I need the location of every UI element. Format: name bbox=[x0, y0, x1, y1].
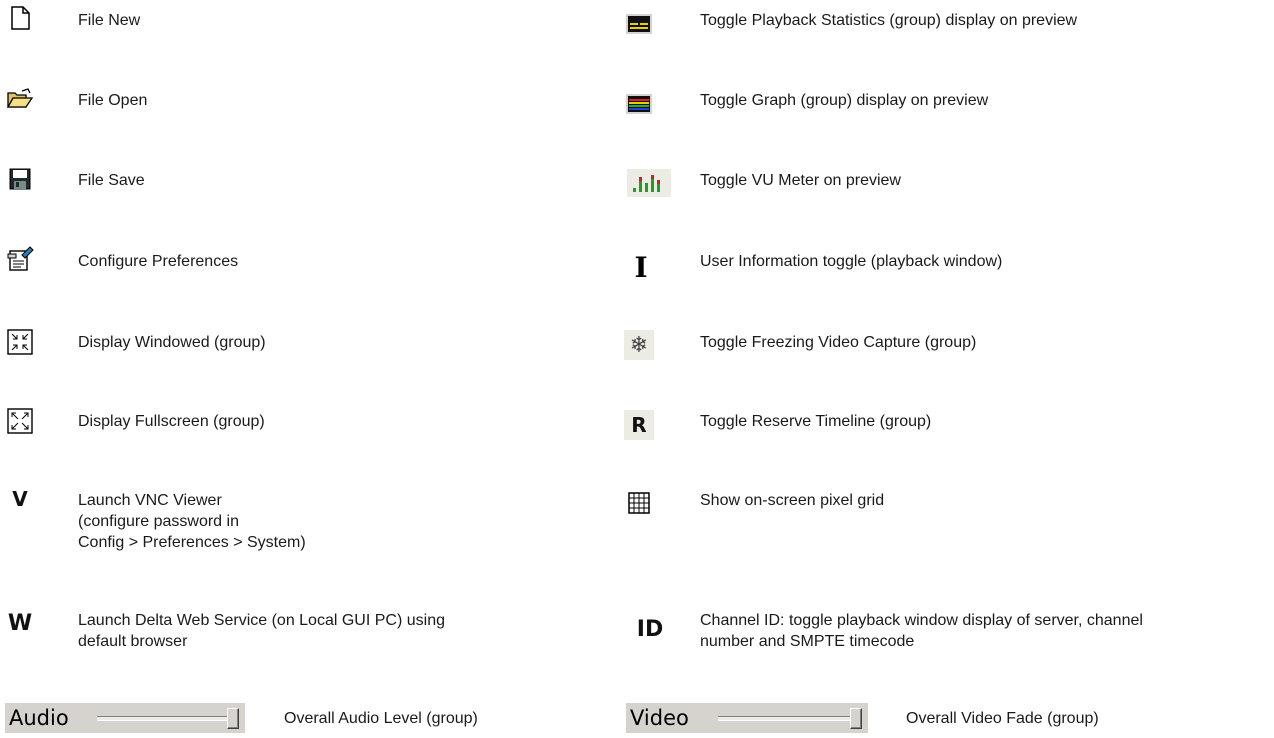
file-open-label: File Open bbox=[78, 92, 148, 109]
video-slider-thumb[interactable] bbox=[850, 708, 862, 729]
audio-level-slider[interactable]: Audio bbox=[5, 703, 245, 733]
file-new-label: File New bbox=[78, 12, 141, 29]
configure-preferences-label: Configure Preferences bbox=[78, 253, 239, 270]
configure-preferences-icon[interactable] bbox=[5, 244, 35, 274]
vnc-viewer-icon[interactable]: V bbox=[5, 484, 35, 514]
display-windowed-label: Display Windowed (group) bbox=[78, 334, 266, 351]
reserve-timeline-label: Toggle Reserve Timeline (group) bbox=[700, 413, 932, 430]
channel-id-icon[interactable]: ID bbox=[630, 614, 670, 644]
display-fullscreen-icon[interactable] bbox=[5, 406, 35, 436]
web-service-label: Launch Delta Web Service (on Local GUI P… bbox=[78, 612, 445, 650]
reserve-timeline-icon[interactable]: R bbox=[624, 410, 654, 440]
video-fade-label: Overall Video Fade (group) bbox=[906, 710, 1099, 727]
vnc-viewer-label: Launch VNC Viewer (configure password in… bbox=[78, 492, 306, 551]
graph-label: Toggle Graph (group) display on preview bbox=[700, 92, 989, 109]
pixel-grid-label: Show on-screen pixel grid bbox=[700, 492, 885, 509]
web-service-icon[interactable]: W bbox=[5, 608, 35, 638]
file-new-icon[interactable] bbox=[5, 3, 35, 33]
playback-statistics-icon[interactable] bbox=[624, 9, 654, 39]
freeze-capture-icon[interactable]: ❄ bbox=[624, 330, 654, 360]
user-information-label: User Information toggle (playback window… bbox=[700, 253, 1003, 270]
freeze-capture-label: Toggle Freezing Video Capture (group) bbox=[700, 334, 977, 351]
audio-slider-track bbox=[97, 716, 239, 721]
vu-meter-label: Toggle VU Meter on preview bbox=[700, 172, 901, 189]
audio-level-label: Overall Audio Level (group) bbox=[284, 710, 478, 727]
audio-slider-thumb[interactable] bbox=[227, 708, 239, 729]
display-fullscreen-label: Display Fullscreen (group) bbox=[78, 413, 265, 430]
video-fade-slider[interactable]: Video bbox=[626, 703, 868, 733]
file-open-icon[interactable] bbox=[5, 84, 35, 114]
graph-icon[interactable] bbox=[624, 89, 654, 119]
file-save-label: File Save bbox=[78, 172, 145, 189]
file-save-icon[interactable] bbox=[5, 164, 35, 194]
user-information-icon[interactable]: I bbox=[626, 251, 656, 284]
pixel-grid-icon[interactable] bbox=[624, 488, 654, 518]
playback-statistics-label: Toggle Playback Statistics (group) displ… bbox=[700, 12, 1078, 29]
channel-id-label: Channel ID: toggle playback window displ… bbox=[700, 612, 1143, 650]
video-slider-label: Video bbox=[630, 706, 689, 730]
video-slider-track bbox=[718, 716, 862, 721]
audio-slider-label: Audio bbox=[9, 706, 69, 730]
vu-meter-icon[interactable] bbox=[626, 168, 672, 198]
display-windowed-icon[interactable] bbox=[5, 327, 35, 357]
